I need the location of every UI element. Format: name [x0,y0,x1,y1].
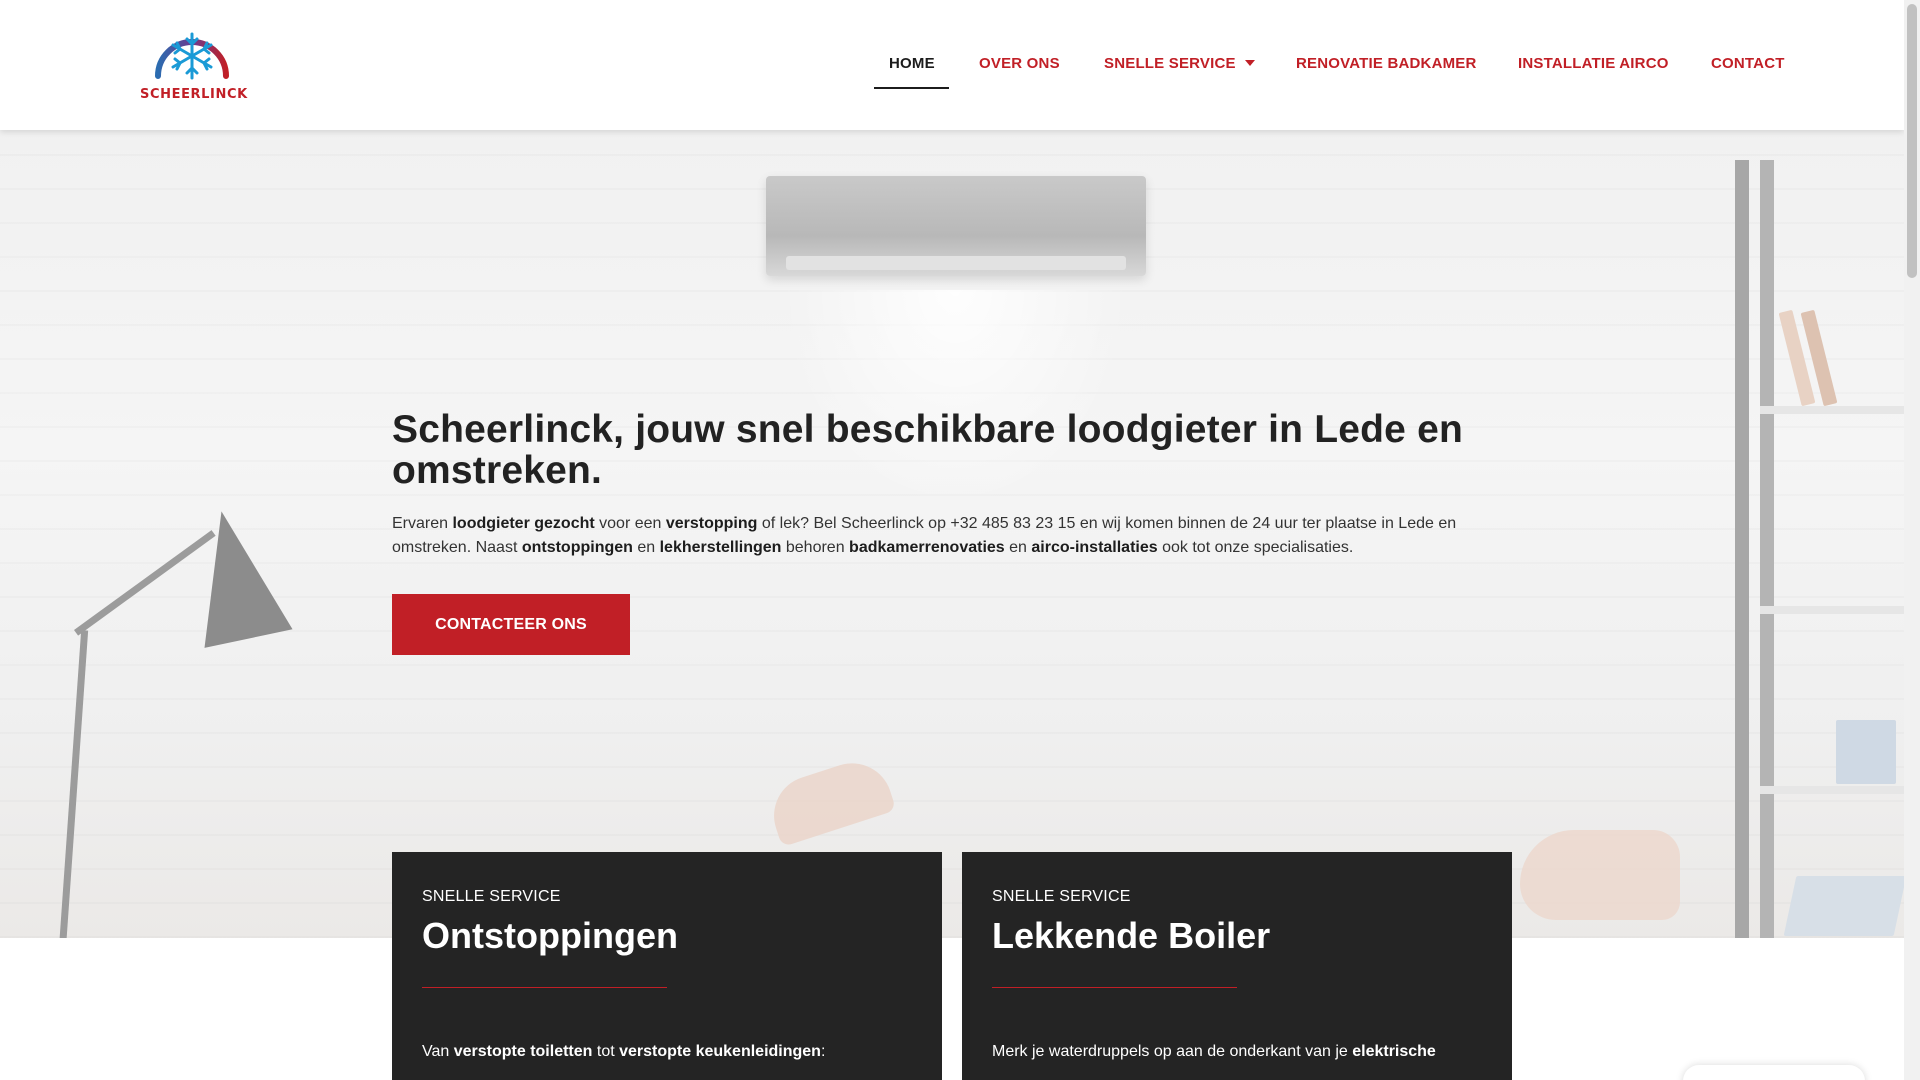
nav-item-contact[interactable]: CONTACT [1711,55,1785,72]
main-nav: HOME OVER ONS SNELLE SERVICE RENOVATIE B… [0,0,1904,130]
nav-item-snelle-service[interactable]: SNELLE SERVICE [1104,55,1255,72]
card-divider [422,987,667,988]
hero-title: Scheerlinck, jouw snel beschikbare loodg… [392,408,1464,492]
card-title: Lekkende Boiler [992,915,1271,956]
hero-text: Ervaren loodgieter gezocht voor een vers… [392,515,1457,556]
scrollbar[interactable] [1904,0,1920,1080]
nav-item-snelle-service-label: SNELLE SERVICE [1104,55,1236,72]
contacteer-ons-button[interactable]: CONTACTEER ONS [392,594,630,655]
bookshelf-shelf [1760,786,1904,794]
nav-item-renovatie-badkamer[interactable]: RENOVATIE BADKAMER [1296,55,1477,72]
floor-lamp-image [58,630,89,938]
card-eyebrow: SNELLE SERVICE [992,888,1131,905]
caret-down-icon [1244,60,1255,66]
scrollbar-thumb[interactable] [1907,4,1917,278]
nav-item-installatie-airco[interactable]: INSTALLATIE AIRCO [1518,55,1669,72]
card-text: Merk je waterdruppels op aan de onderkan… [992,1043,1436,1060]
bookshelf-shelf [1760,406,1904,414]
service-card-lekkende-boiler[interactable]: SNELLE SERVICE Lekkende Boiler Merk je w… [962,852,1512,1080]
service-card-ontstoppingen[interactable]: SNELLE SERVICE Ontstoppingen Van verstop… [392,852,942,1080]
nav-item-over-ons[interactable]: OVER ONS [979,55,1060,72]
site-header: SCHEERLINCK HOME OVER ONS SNELLE SERVICE… [0,0,1904,130]
chat-widget[interactable] [1683,1065,1865,1080]
books-stack-image [1836,720,1896,784]
bookshelf-frame [1760,160,1774,938]
card-text: Van verstopte toiletten tot verstopte ke… [422,1043,826,1060]
airco-unit-image [766,176,1146,276]
card-eyebrow: SNELLE SERVICE [422,888,561,905]
hand-remote-image [763,752,897,848]
card-divider [992,987,1237,988]
card-title: Ontstoppingen [422,915,678,956]
books-row-image [1783,876,1904,936]
bookshelf-shelf [1760,606,1904,614]
feet-image [1520,830,1680,920]
nav-item-home[interactable]: HOME [889,55,935,72]
floor-lamp-shade [177,502,293,648]
hero-section: Scheerlinck, jouw snel beschikbare loodg… [0,130,1904,938]
bookshelf-image [1735,160,1749,938]
nav-active-indicator [874,87,949,89]
